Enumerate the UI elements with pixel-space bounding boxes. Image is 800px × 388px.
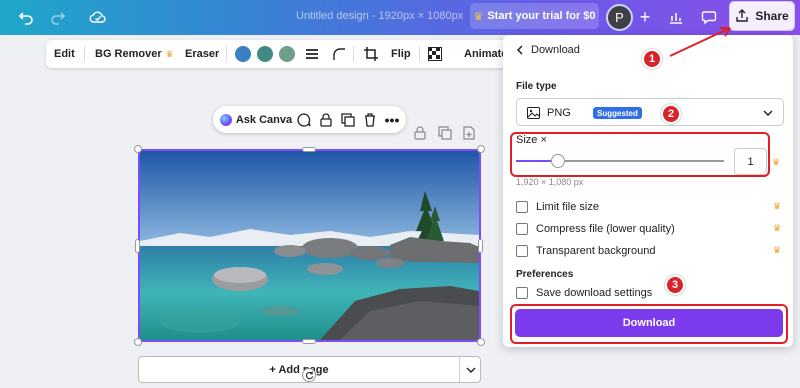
color-swatch-3[interactable] [279,46,295,62]
suggested-badge: Suggested [593,107,642,119]
annotation-highlight-size [510,132,770,177]
annotation-step-3: 3 [665,275,685,295]
annotation-arrow [669,27,731,57]
lock-icon[interactable] [317,110,335,129]
border-weight-icon[interactable] [305,40,319,68]
crown-icon: ♛ [772,157,781,167]
bg-remover-label: BG Remover [95,48,162,60]
compress-file-option[interactable]: Compress file (lower quality) [516,221,675,237]
divider [84,46,85,62]
annotation-step-2: 2 [661,104,681,124]
panel-title: Download [531,44,580,56]
share-upload-icon [736,9,749,22]
undo-icon[interactable] [14,6,38,28]
chevron-left-icon [516,45,523,55]
ask-canva-button[interactable]: Ask Canva [219,110,293,129]
cloud-saved-icon[interactable] [86,6,110,28]
checkbox[interactable] [516,223,528,235]
trash-icon[interactable] [361,110,379,129]
eraser-button[interactable]: Eraser [185,40,219,68]
corner-rounding-icon[interactable] [332,40,346,68]
option-label: Transparent background [536,245,656,257]
animate-button[interactable]: Animate [464,40,507,68]
resize-handle[interactable] [477,338,485,346]
add-page-button[interactable]: + Add page [139,357,459,382]
image-icon [527,107,540,119]
lake-landscape-image [140,151,479,340]
option-label: Limit file size [536,201,599,213]
divider [226,46,227,62]
add-comment-icon[interactable] [295,110,313,129]
plus-icon[interactable]: + [633,6,657,28]
more-options-icon[interactable]: ••• [383,110,401,129]
crown-icon: ♛ [165,48,174,59]
canva-ai-icon [219,113,232,126]
resize-handle[interactable] [134,338,142,346]
crown-icon: ♛ [773,245,782,255]
start-trial-label: Start your trial for $0 [487,10,596,22]
image-edit-toolbar: Edit BG Remover ♛ Eraser Flip Animate [46,40,516,68]
divider [419,46,420,62]
dimensions-text: 1,920 × 1,080 px [516,177,584,187]
download-panel: Download File type PNG Suggested Size × … [503,35,793,347]
ask-canva-label: Ask Canva [235,113,293,126]
bg-remover-button[interactable]: BG Remover ♛ [95,40,174,68]
divider [353,46,354,62]
color-swatch-1[interactable] [235,46,251,62]
redo-icon[interactable] [46,6,70,28]
annotation-highlight-download [510,304,788,344]
resize-handle[interactable] [478,239,483,253]
back-button[interactable]: Download [516,44,580,56]
transparent-background-option[interactable]: Transparent background [516,243,655,259]
rotate-icon[interactable] [302,368,316,382]
chevron-down-icon[interactable] [460,357,481,382]
file-type-value: PNG [547,107,571,119]
avatar[interactable]: P [606,4,633,31]
checkbox[interactable] [516,201,528,213]
checkbox[interactable] [516,287,528,299]
resize-handle[interactable] [477,145,485,153]
resize-handle[interactable] [302,147,316,152]
chevron-down-icon [763,110,773,116]
resize-handle[interactable] [134,145,142,153]
resize-handle[interactable] [302,339,316,344]
crop-icon[interactable] [364,40,378,68]
resize-handle[interactable] [135,239,140,253]
start-trial-button[interactable]: ♛ Start your trial for $0 [470,3,599,29]
page-duplicate-icon[interactable] [438,126,452,140]
design-canvas-image[interactable] [138,149,481,342]
edit-button[interactable]: Edit [54,40,75,68]
preferences-label: Preferences [516,269,574,280]
option-label: Save download settings [536,287,653,299]
duplicate-icon[interactable] [339,110,357,129]
share-label: Share [755,9,789,23]
file-type-label: File type [516,81,557,92]
flip-button[interactable]: Flip [391,40,411,68]
color-swatch-2[interactable] [257,46,273,62]
crown-icon: ♛ [773,223,782,233]
crown-icon: ♛ [773,201,782,211]
page-lock-icon[interactable] [414,126,428,140]
save-download-settings-option[interactable]: Save download settings [516,285,652,301]
design-title[interactable]: Untitled design - 1920px × 1080px [296,10,463,22]
limit-file-size-option[interactable]: Limit file size [516,199,599,215]
option-label: Compress file (lower quality) [536,223,675,235]
checkbox[interactable] [516,245,528,257]
element-floating-bar: Ask Canva ••• [213,106,406,133]
annotation-step-1: 1 [642,49,662,69]
add-page-icon[interactable] [462,126,476,140]
file-type-select[interactable]: PNG Suggested [516,98,784,126]
crown-icon: ♛ [473,10,484,23]
transparency-icon[interactable] [428,40,442,68]
